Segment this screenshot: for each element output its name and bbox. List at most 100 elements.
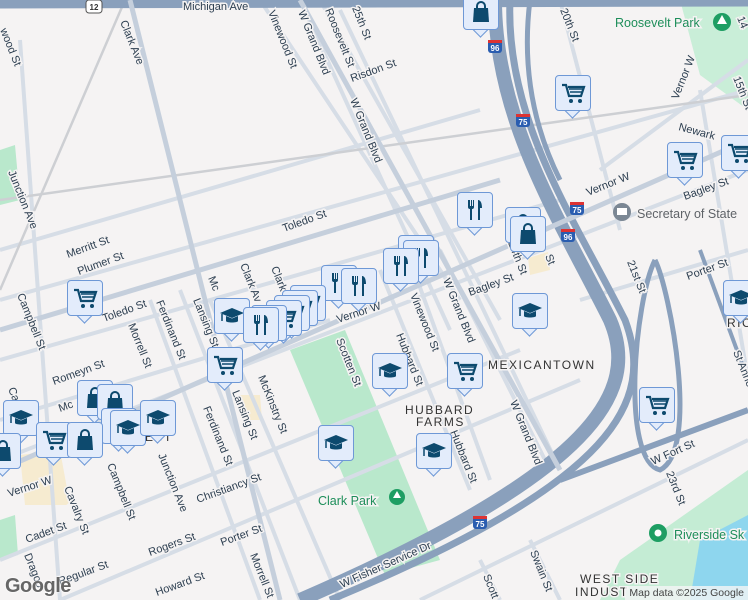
graduation-cap-icon [116,420,140,435]
street-label: Swain St [527,549,554,594]
map-label: 12 [90,3,99,12]
marker-box [341,268,377,304]
map-marker-restaurant[interactable] [383,248,419,292]
street-label: 20th St [557,7,581,44]
restaurant-icon [352,276,366,296]
shopping-cart-icon [214,355,238,375]
graduation-cap-icon [324,435,348,450]
restaurant-icon [394,256,408,276]
i75-shield: 75 [516,114,530,127]
graduation-cap-icon [146,410,170,425]
map-marker-graduation-cap[interactable] [416,433,452,477]
marker-box [457,192,493,228]
map-marker-shopping-bag[interactable] [463,0,499,38]
shopping-bag-icon [473,1,489,22]
graduation-cap-icon [9,410,33,425]
marker-box [667,142,703,178]
map-marker-graduation-cap[interactable] [372,353,408,397]
map-label: Clark Park [318,494,377,508]
marker-box [639,387,675,423]
marker-box [67,422,103,458]
marker-box [0,433,21,469]
marker-box [3,400,39,436]
map-marker-graduation-cap[interactable] [512,293,548,337]
street-label: 23rd St [663,470,687,507]
map-attribution[interactable]: Map data ©2025 Google [625,586,748,600]
i75-shield: 75 [570,202,584,215]
map-marker-shopping-bag[interactable] [67,422,103,466]
street-label: Toledo St [281,208,328,235]
shopping-cart-icon [674,150,698,170]
shopping-cart-icon [646,395,670,415]
map-label: WEST SIDE [580,572,659,586]
street-label: Vernor W [670,54,699,102]
map-marker-restaurant[interactable] [243,307,279,351]
street-label: Junction Ave [155,452,189,514]
map-marker-graduation-cap[interactable] [318,425,354,469]
graduation-cap-icon [518,303,542,318]
map-marker-shopping-bag[interactable] [0,433,21,477]
map-marker-graduation-cap[interactable] [140,400,176,444]
street-label: Mc [205,275,222,294]
marker-box [318,425,354,461]
map-label: FARMS [416,415,465,429]
street-label: Newark [677,121,717,142]
street-label: Vinewood St [265,9,299,71]
shopping-cart-icon [454,361,478,381]
map-label: 75 [519,118,528,127]
marker-box [383,248,419,284]
shopping-cart-icon [728,143,748,163]
map-marker-restaurant[interactable] [341,268,377,312]
map-label: Roosevelt Park [615,16,701,30]
map-label: 75 [476,520,485,529]
street-label: Howard St [154,570,206,599]
shopping-bag-icon [0,440,11,461]
map-marker-shopping-cart[interactable] [721,135,748,179]
graduation-cap-icon [378,363,402,378]
marker-box [243,307,279,343]
shopping-bag-icon [77,429,93,450]
map-marker-graduation-cap[interactable] [723,280,748,324]
street-label: Morrell St [125,322,154,370]
marker-box [140,400,176,436]
map-marker-restaurant[interactable] [457,192,493,236]
street-label: Scott [480,573,501,600]
map-label: 96 [491,44,500,53]
map-marker-shopping-cart[interactable] [639,387,675,431]
marker-box [463,0,499,30]
map-marker-shopping-cart[interactable] [447,353,483,397]
marker-box [447,353,483,389]
i96-shield: 96 [561,229,575,242]
street-label: 21st St [624,259,648,295]
shopping-bag-icon [520,223,536,244]
i96-shield: 96 [488,40,502,53]
graduation-cap-icon [729,290,748,305]
marker-box [67,280,103,316]
map-label: 96 [564,233,573,242]
marker-box [723,280,748,316]
i75-shield: 75 [473,516,487,529]
marker-box [207,347,243,383]
map-marker-shopping-cart[interactable] [67,280,103,324]
google-logo[interactable]: Google [5,575,71,598]
street-label: St Anne S [730,349,748,399]
street-label: Michigan Ave [183,1,248,13]
map-label: INDUST [575,585,629,599]
map-label: 75 [573,206,582,215]
map-marker-shopping-bag[interactable] [510,216,546,260]
us12-shield: 12 [85,0,103,14]
marker-box [512,293,548,329]
shopping-cart-icon [43,430,67,450]
restaurant-icon [254,315,268,335]
marker-box [372,353,408,389]
map-marker-shopping-cart[interactable] [207,347,243,391]
marker-box [510,216,546,252]
map-label: Secretary of State [637,207,737,221]
shopping-cart-icon [74,288,98,308]
marker-box [555,75,591,111]
map-marker-shopping-cart[interactable] [667,142,703,186]
map-label: MEXICANTOWN [488,358,596,372]
graduation-cap-icon [220,308,244,323]
map-label: Riverside Sk [674,528,745,542]
map-marker-shopping-cart[interactable] [555,75,591,119]
